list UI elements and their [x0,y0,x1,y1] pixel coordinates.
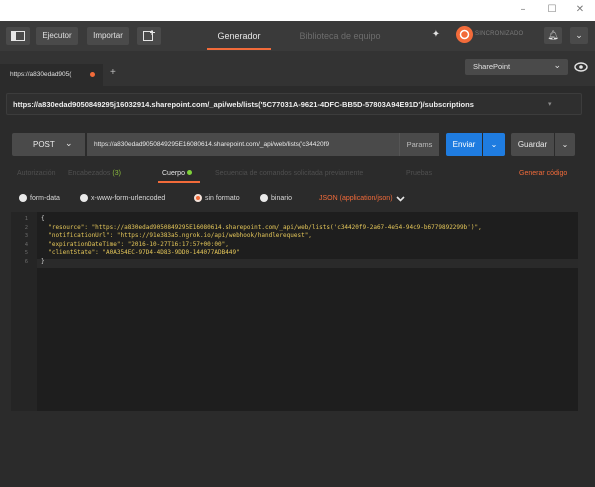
os-title-bar: – ☐ ✕ [0,0,595,21]
active-subtab-indicator [158,181,200,183]
radio-form-data[interactable] [19,194,27,202]
radio-raw[interactable] [194,194,202,202]
line-number: 6 [24,259,28,265]
body-indicator-icon [186,170,192,175]
code-line: { [41,215,45,222]
tab-authorization[interactable]: Autorización [17,170,56,177]
save-options-chevron-icon[interactable]: ⌄ [555,133,575,156]
send-button[interactable]: Enviar [446,133,482,156]
request-tab[interactable]: https://a830edad905( [0,64,103,86]
chevron-down-icon[interactable]: ▾ [548,100,552,108]
unsaved-dot-icon [90,72,95,77]
sync-icon[interactable] [456,26,473,43]
method-label: POST [33,140,55,149]
sync-status: SINCRONIZADO [475,31,524,37]
new-window-icon[interactable] [137,27,161,45]
import-button[interactable]: Importar [87,27,129,45]
save-button[interactable]: Guardar [511,133,554,156]
radio-urlencoded-label: x-www-form-urlencoded [91,195,166,202]
radio-binary[interactable] [260,194,268,202]
request-tab-label: https://a830edad905( [10,71,72,78]
eye-icon[interactable] [572,59,590,75]
line-number: 3 [24,233,28,239]
environment-label: SharePoint [473,62,511,71]
code-line: "expirationDateTime": "2016-10-27T16:17:… [41,241,229,248]
tab-headers[interactable]: Encabezados (3) [68,170,121,177]
settings-chevron-icon[interactable]: ⌄ [570,27,588,44]
active-line-highlight [37,259,578,268]
close-icon[interactable]: ✕ [570,3,590,17]
line-number: 4 [24,242,28,248]
radio-form-data-label: form-data [30,195,60,202]
tab-body[interactable]: Cuerpo [162,170,192,177]
generate-code-link[interactable]: Generar código [519,170,567,177]
tab-tests[interactable]: Pruebas [406,170,432,177]
maximize-icon[interactable]: ☐ [542,3,562,17]
chevron-down-icon: ⌄ [65,138,73,148]
headers-count: (3) [112,170,121,177]
request-title: https://a830edad9050849295j16032914.shar… [13,100,474,109]
line-number: 5 [24,250,28,256]
content-type-select[interactable]: JSON (application/json) [319,195,393,202]
sidebar-toggle-icon[interactable] [6,27,30,45]
code-line: } [41,258,45,265]
runner-button[interactable]: Ejecutor [36,27,78,45]
tab-headers-label: Encabezados [68,170,111,177]
new-tab-button[interactable]: + [110,67,116,78]
chevron-down-icon[interactable] [396,193,405,204]
url-input[interactable]: https://a830edad9050849295E16080614.shar… [87,133,399,156]
method-select[interactable]: POST ⌄ [12,133,85,156]
active-tab-indicator [207,48,271,50]
response-area [0,414,595,487]
tab-body-label: Cuerpo [162,170,185,177]
notifications-icon[interactable]: 🔔︎ [544,27,562,44]
code-line: "notificationUrl": "https://91e383a5.ngr… [41,232,312,239]
code-line: "resource": "https://a830edad9050849295E… [41,224,482,231]
request-title-bar[interactable]: https://a830edad9050849295j16032914.shar… [6,93,582,115]
radio-urlencoded[interactable] [80,194,88,202]
send-options-chevron-icon[interactable]: ⌄ [483,133,505,156]
line-number: 2 [24,225,28,231]
params-button[interactable]: Params [399,133,439,156]
line-number: 1 [24,216,28,222]
minimize-icon[interactable]: – [513,3,533,17]
code-line: "clientState": "A0A354EC-97D4-4D83-9DD0-… [41,249,240,256]
url-value: https://a830edad9050849295E16080614.shar… [94,141,330,148]
interceptor-icon[interactable]: ✦ [428,27,444,43]
tab-pre-request-script[interactable]: Secuencia de comandos solicitada previam… [215,170,363,177]
environment-select[interactable]: SharePoint ⌄ [465,59,568,75]
tab-builder[interactable]: Generador [207,21,271,51]
radio-binary-label: binario [271,195,293,202]
chevron-down-icon: ⌄ [553,60,561,70]
tab-team-library[interactable]: Biblioteca de equipo [290,21,390,51]
radio-raw-label: sin formato [205,195,240,202]
